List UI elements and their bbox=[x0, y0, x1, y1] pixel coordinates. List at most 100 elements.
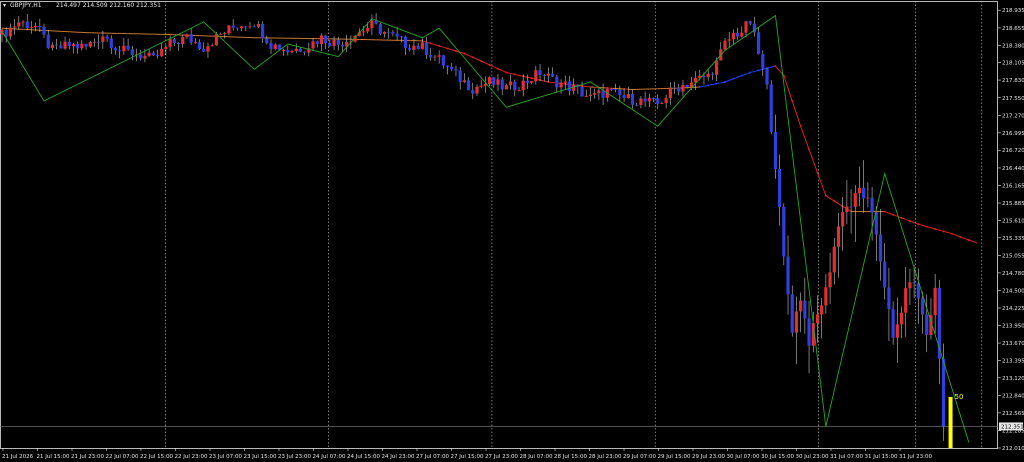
candle-body bbox=[429, 55, 433, 58]
x-tick-label: 31 Jul 07:00 bbox=[830, 454, 863, 460]
candle-body bbox=[521, 80, 525, 91]
candle-body bbox=[786, 256, 790, 295]
candle-body bbox=[42, 26, 46, 35]
candle-body bbox=[820, 305, 824, 315]
candle-body bbox=[214, 34, 218, 46]
candle-body bbox=[904, 288, 908, 313]
candle-body bbox=[71, 44, 76, 47]
candle-body bbox=[315, 41, 319, 45]
candle-body bbox=[416, 45, 420, 50]
candle-body bbox=[475, 86, 479, 94]
candle-body bbox=[828, 272, 832, 288]
candle-body bbox=[597, 90, 601, 94]
ma-segment bbox=[972, 241, 978, 244]
triangle-down-icon[interactable]: ▾ bbox=[3, 2, 6, 9]
candle-body bbox=[551, 73, 555, 77]
candle-body bbox=[702, 76, 706, 78]
plot-frame bbox=[0, 1, 998, 449]
candle-body bbox=[193, 42, 197, 44]
ma-marker bbox=[959, 235, 962, 238]
candle-body bbox=[887, 287, 891, 310]
price-badge-label: 212.351 bbox=[1001, 424, 1024, 430]
candle-body bbox=[626, 93, 630, 98]
candle-body bbox=[849, 206, 853, 208]
candle-body bbox=[202, 48, 206, 52]
y-tick-label: 213.395 bbox=[1002, 358, 1024, 364]
candle-body bbox=[29, 27, 34, 28]
candle-body bbox=[181, 37, 185, 45]
ma-marker bbox=[723, 80, 726, 83]
y-tick-label: 214.225 bbox=[1002, 306, 1024, 312]
y-tick-label: 216.720 bbox=[1002, 148, 1024, 154]
candle-body bbox=[727, 39, 731, 41]
candle-body bbox=[622, 95, 626, 98]
candle-body bbox=[479, 85, 483, 87]
y-tick-label: 213.670 bbox=[1002, 341, 1024, 347]
x-tick-label: 22 Jul 15:00 bbox=[140, 454, 173, 460]
candle-body bbox=[601, 90, 605, 98]
candle-body bbox=[130, 49, 134, 56]
x-tick-label: 29 Jul 07:00 bbox=[623, 454, 656, 460]
ma-marker bbox=[698, 86, 701, 89]
candle-body bbox=[378, 23, 382, 34]
candle-body bbox=[542, 75, 546, 76]
candle-body bbox=[441, 55, 445, 66]
candle-body bbox=[433, 56, 437, 58]
ma-marker bbox=[606, 87, 609, 90]
ma-marker bbox=[471, 56, 474, 59]
candle-body bbox=[155, 55, 160, 57]
candle-body bbox=[815, 314, 820, 324]
candle-body bbox=[97, 41, 101, 43]
ma-segment bbox=[808, 149, 814, 162]
candle-body bbox=[151, 52, 155, 56]
ma-segment bbox=[795, 113, 802, 127]
x-tick-label: 22 Jul 23:00 bbox=[175, 454, 208, 460]
candle-body bbox=[677, 87, 681, 92]
candle-body bbox=[206, 46, 210, 52]
candle-body bbox=[941, 358, 946, 427]
candle-body bbox=[126, 45, 130, 50]
candle-body bbox=[496, 79, 500, 85]
ma-marker bbox=[757, 69, 760, 72]
candle-body bbox=[185, 34, 189, 38]
price-chart[interactable]: 50 218.935 218.655 218.380 218.105 217.830 21… bbox=[0, 0, 1024, 462]
candle-body bbox=[399, 36, 403, 38]
ma-segment bbox=[787, 88, 793, 102]
x-tick-label: 24 Jul 07:00 bbox=[313, 454, 346, 460]
y-tick-label: 216.995 bbox=[1002, 131, 1024, 137]
y-tick-label: 213.950 bbox=[1002, 323, 1024, 329]
candle-body bbox=[105, 36, 109, 39]
candle-body bbox=[261, 23, 265, 39]
candle-body bbox=[580, 86, 584, 97]
candle-body bbox=[84, 43, 88, 47]
candle-body bbox=[92, 41, 97, 43]
x-tick-label: 21 Jul 23:00 bbox=[71, 454, 104, 460]
chart-window[interactable]: 50 218.935 218.655 218.380 218.105 217.830 21… bbox=[0, 0, 1024, 462]
candle-body bbox=[311, 41, 315, 49]
ma-marker bbox=[883, 210, 886, 213]
candle-body bbox=[160, 48, 164, 57]
y-tick-label: 215.055 bbox=[1002, 254, 1024, 260]
candle-body bbox=[857, 187, 862, 194]
candle-body bbox=[870, 197, 874, 213]
candle-body bbox=[614, 89, 618, 91]
candle-body bbox=[88, 42, 92, 47]
candle-body bbox=[458, 70, 462, 83]
x-tick-label: 27 Jul 15:00 bbox=[451, 454, 484, 460]
y-tick-label: 217.550 bbox=[1002, 96, 1024, 102]
x-tick-label: 28 Jul 07:00 bbox=[520, 454, 553, 460]
candle-body bbox=[588, 94, 593, 97]
candle-body bbox=[223, 33, 227, 35]
ma-marker bbox=[732, 77, 735, 80]
candle-body bbox=[248, 26, 252, 28]
candle-body bbox=[790, 294, 794, 333]
candle-body bbox=[147, 52, 151, 56]
candle-body bbox=[382, 31, 387, 34]
y-tick-label: 215.610 bbox=[1002, 218, 1024, 224]
candle-body bbox=[748, 21, 752, 24]
candle-body bbox=[361, 31, 366, 33]
candle-body bbox=[269, 43, 273, 49]
ma-marker bbox=[749, 71, 752, 74]
candle-body bbox=[895, 324, 899, 338]
candle-body bbox=[366, 28, 370, 32]
